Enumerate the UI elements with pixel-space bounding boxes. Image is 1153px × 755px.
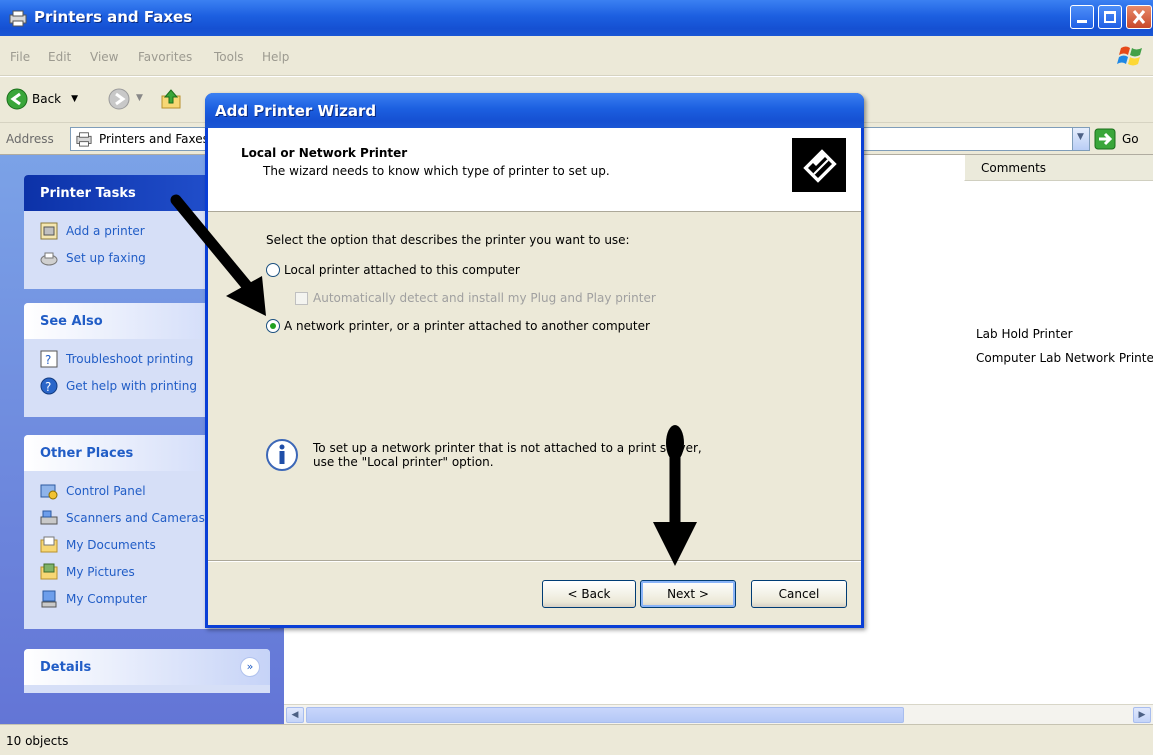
info-text: To set up a network printer that is not … (313, 441, 702, 469)
up-folder-icon[interactable] (160, 88, 182, 110)
back-arrow-icon (6, 88, 28, 110)
maximize-icon (1104, 11, 1116, 23)
minimize-button[interactable] (1070, 5, 1094, 29)
add-printer-wizard-dialog: Add Printer Wizard Local or Network Prin… (205, 93, 864, 628)
wizard-step-title: Local or Network Printer (241, 146, 408, 160)
wizard-header: Local or Network Printer The wizard need… (208, 128, 861, 212)
comments-column-header[interactable]: Comments (964, 155, 1153, 181)
wizard-step-subtitle: The wizard needs to know which type of p… (263, 164, 610, 178)
window-titlebar: Printers and Faxes (0, 0, 1153, 36)
menu-view[interactable]: View (90, 50, 118, 64)
add-printer-icon (40, 222, 58, 239)
comments-header-label: Comments (981, 161, 1047, 175)
set-up-faxing-label: Set up faxing (66, 250, 146, 265)
my-computer-label: My Computer (66, 591, 147, 606)
menu-favorites[interactable]: Favorites (138, 50, 192, 64)
fax-icon (40, 252, 58, 265)
scroll-left-button[interactable]: ◀ (286, 707, 304, 723)
horizontal-scrollbar[interactable]: ◀ ▶ (284, 704, 1153, 724)
status-bar: 10 objects (0, 724, 1153, 755)
network-printer-label: A network printer, or a printer attached… (284, 319, 650, 333)
control-panel-icon (40, 484, 58, 499)
maximize-button[interactable] (1098, 5, 1122, 29)
scroll-right-button[interactable]: ▶ (1133, 707, 1151, 723)
info-icon (266, 439, 298, 471)
troubleshoot-printing-label: Troubleshoot printing (66, 351, 194, 366)
control-panel-label: Control Panel (66, 483, 146, 498)
scanners-cameras-label: Scanners and Cameras (66, 510, 205, 525)
scanner-camera-icon (40, 510, 58, 524)
my-documents-icon (40, 536, 58, 552)
close-button[interactable] (1126, 5, 1152, 29)
cancel-button[interactable]: Cancel (751, 580, 847, 608)
get-help-printing-label: Get help with printing (66, 378, 197, 393)
help-icon: ? (40, 377, 58, 394)
autodetect-checkbox (295, 291, 308, 305)
window-title: Printers and Faxes (34, 8, 193, 26)
menu-tools[interactable]: Tools (214, 50, 244, 64)
menu-edit[interactable]: Edit (48, 50, 71, 64)
wizard-prompt: Select the option that describes the pri… (266, 233, 630, 247)
wizard-titlebar[interactable]: Add Printer Wizard (205, 93, 864, 128)
status-text: 10 objects (6, 734, 69, 748)
printer-folder-icon (76, 132, 92, 147)
wizard-body: Select the option that describes the pri… (208, 213, 861, 623)
local-printer-option[interactable]: Local printer attached to this computer (266, 263, 520, 277)
expand-chevron-icon[interactable]: » (240, 657, 260, 677)
address-dropdown-button[interactable]: ▼ (1072, 127, 1090, 151)
menu-bar: File Edit View Favorites Tools Help (0, 36, 1153, 76)
forward-dropdown-icon[interactable]: ▼ (136, 93, 143, 103)
forward-arrow-icon (108, 88, 130, 110)
go-arrow-icon (1094, 128, 1116, 150)
my-computer-icon (41, 590, 57, 607)
network-printer-radio[interactable] (266, 319, 280, 333)
back-button[interactable]: < Back (542, 580, 636, 608)
my-documents-label: My Documents (66, 537, 156, 552)
wizard-divider (208, 560, 861, 562)
list-item-comment: Lab Hold Printer (976, 327, 1073, 341)
next-button[interactable]: Next > (640, 580, 736, 608)
go-button[interactable]: Go (1094, 127, 1150, 151)
autodetect-label: Automatically detect and install my Plug… (313, 291, 656, 305)
forward-button[interactable] (108, 88, 130, 113)
chevron-down-icon: ▼ (1077, 132, 1084, 142)
printer-wizard-icon (792, 138, 846, 192)
local-printer-radio[interactable] (266, 263, 280, 277)
svg-text:?: ? (45, 380, 51, 394)
close-icon (1132, 10, 1146, 24)
details-header[interactable]: Details (24, 649, 270, 685)
details-panel: Details » (24, 649, 270, 693)
network-printer-option[interactable]: A network printer, or a printer attached… (266, 319, 650, 333)
local-printer-label: Local printer attached to this computer (284, 263, 520, 277)
scrollbar-thumb[interactable] (306, 707, 904, 723)
my-pictures-icon (40, 563, 58, 579)
address-label: Address (6, 132, 54, 146)
my-pictures-label: My Pictures (66, 564, 135, 579)
autodetect-option: Automatically detect and install my Plug… (295, 291, 656, 305)
minimize-icon (1077, 20, 1087, 23)
back-dropdown-icon[interactable]: ▼ (71, 94, 78, 104)
address-value: Printers and Faxes (99, 132, 209, 146)
printer-folder-icon (9, 10, 27, 27)
svg-text:?: ? (45, 353, 51, 367)
add-printer-label: Add a printer (66, 223, 145, 238)
wizard-title: Add Printer Wizard (215, 102, 377, 120)
list-item-comment: Computer Lab Network Printer (976, 351, 1153, 365)
windows-logo-icon (1117, 46, 1142, 66)
go-label: Go (1122, 132, 1139, 146)
back-label: Back (32, 92, 62, 106)
menu-file[interactable]: File (10, 50, 30, 64)
menu-help[interactable]: Help (262, 50, 289, 64)
help-topic-icon: ? (40, 350, 58, 367)
back-button[interactable]: Back ▼ (6, 88, 78, 110)
